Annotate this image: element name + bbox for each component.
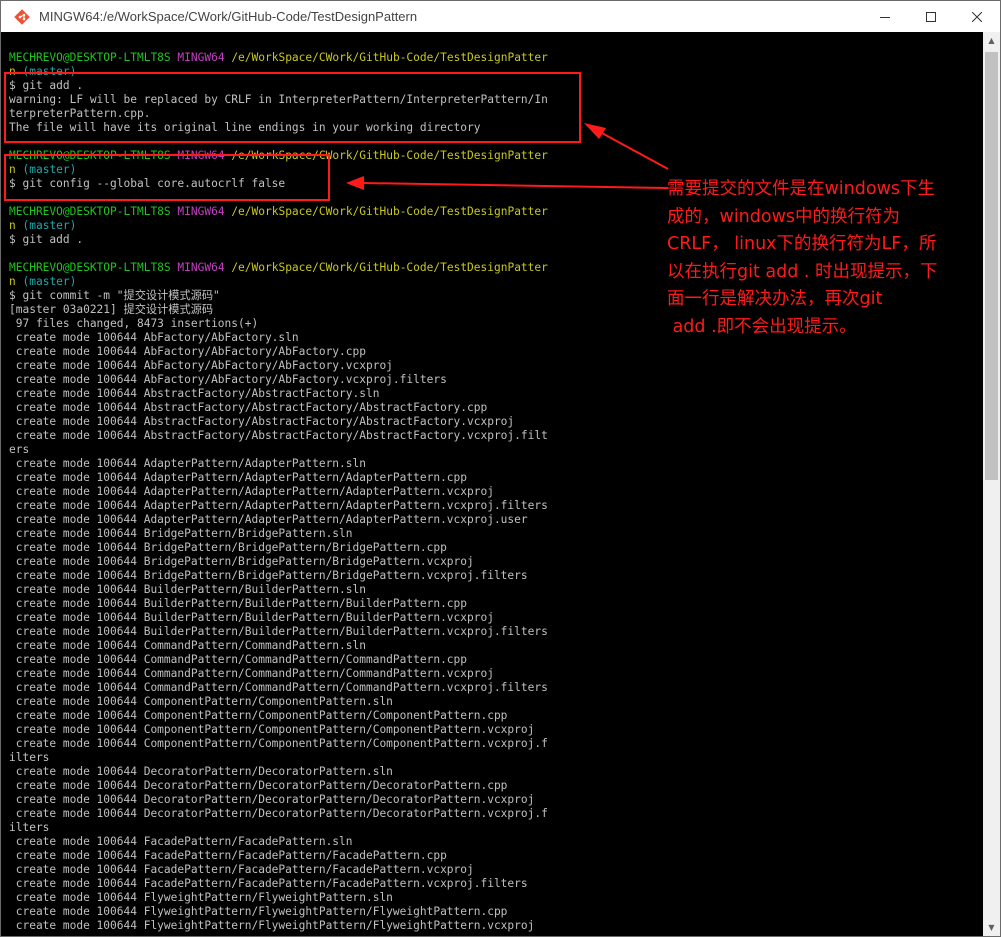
annotation-note: 需要提交的文件是在windows下生 成的，windows中的换行符为 CRLF… <box>667 176 993 341</box>
terminal-line: create mode 100644 AdapterPattern/Adapte… <box>9 457 366 470</box>
terminal-line: create mode 100644 AdapterPattern/Adapte… <box>9 499 548 512</box>
prompt-host: MINGW64 <box>177 51 225 64</box>
prompt-path: /e/WorkSpace/CWork/GitHub-Code/TestDesig… <box>231 205 548 218</box>
title-bar[interactable]: MINGW64:/e/WorkSpace/CWork/GitHub-Code/T… <box>1 1 1000 32</box>
prompt-host: MINGW64 <box>177 205 225 218</box>
terminal-line: create mode 100644 ComponentPattern/Comp… <box>9 695 393 708</box>
vertical-scrollbar[interactable]: ▲ ▼ <box>983 32 1000 936</box>
terminal-line: ilters <box>9 821 50 834</box>
terminal-line: create mode 100644 CommandPattern/Comman… <box>9 639 366 652</box>
terminal-line: create mode 100644 ComponentPattern/Comp… <box>9 723 535 736</box>
window-title: MINGW64:/e/WorkSpace/CWork/GitHub-Code/T… <box>39 9 418 24</box>
terminal-line: create mode 100644 BridgePattern/BridgeP… <box>9 527 353 540</box>
terminal-line: create mode 100644 AbstractFactory/Abstr… <box>9 401 488 414</box>
terminal-line: create mode 100644 ComponentPattern/Comp… <box>9 709 508 722</box>
terminal-line: ers <box>9 443 30 456</box>
terminal-line: create mode 100644 AbFactory/AbFactory/A… <box>9 373 447 386</box>
terminal-line: create mode 100644 AbstractFactory/Abstr… <box>9 415 515 428</box>
close-icon <box>972 11 982 22</box>
annotation-line: 以在执行git add . 时出现提示，下 <box>667 261 938 282</box>
close-button[interactable] <box>954 1 1000 32</box>
prompt-host: MINGW64 <box>177 261 225 274</box>
terminal-line: create mode 100644 AdapterPattern/Adapte… <box>9 513 528 526</box>
terminal-line: create mode 100644 BridgePattern/BridgeP… <box>9 569 528 582</box>
git-bash-icon <box>13 8 31 26</box>
terminal-line: create mode 100644 AdapterPattern/Adapte… <box>9 485 494 498</box>
terminal-line: create mode 100644 FlyweightPattern/Flyw… <box>9 891 393 904</box>
prompt-user: MECHREVO@DESKTOP-LTMLT8S <box>9 51 171 64</box>
highlight-box-warning <box>4 72 581 143</box>
terminal-line: create mode 100644 FacadePattern/FacadeP… <box>9 863 474 876</box>
annotation-line: 成的，windows中的换行符为 <box>667 206 901 227</box>
minimize-button[interactable] <box>862 1 908 32</box>
prompt-path-tail: n <box>9 275 16 288</box>
annotation-line: 需要提交的文件是在windows下生 <box>667 179 936 199</box>
terminal-line: create mode 100644 AbstractFactory/Abstr… <box>9 429 548 442</box>
terminal-line: create mode 100644 DecoratorPattern/Deco… <box>9 779 508 792</box>
terminal-line: create mode 100644 FlyweightPattern/Flyw… <box>9 905 508 918</box>
terminal-line: create mode 100644 AdapterPattern/Adapte… <box>9 471 468 484</box>
annotation-line: add .即不会出现提示。 <box>667 316 857 337</box>
prompt-path: /e/WorkSpace/CWork/GitHub-Code/TestDesig… <box>231 51 548 64</box>
terminal-line: create mode 100644 AbFactory/AbFactory/A… <box>9 345 366 358</box>
annotation-line: 面一行是解决办法，再次git <box>667 289 883 309</box>
terminal-line: create mode 100644 DecoratorPattern/Deco… <box>9 793 535 806</box>
terminal-line: create mode 100644 AbFactory/AbFactory/A… <box>9 359 393 372</box>
terminal-line: create mode 100644 BridgePattern/BridgeP… <box>9 541 447 554</box>
terminal-line: create mode 100644 BuilderPattern/Builde… <box>9 625 548 638</box>
annotation-line: CRLF， linux下的换行符为LF，所 <box>667 234 937 254</box>
prompt-line: MECHREVO@DESKTOP-LTMLT8S MINGW64 /e/Work… <box>9 51 975 65</box>
maximize-button[interactable] <box>908 1 954 32</box>
prompt-user: MECHREVO@DESKTOP-LTMLT8S <box>9 261 171 274</box>
terminal-line: create mode 100644 FlyweightPattern/Flyw… <box>9 919 535 932</box>
terminal-line: ilters <box>9 751 50 764</box>
terminal-line: create mode 100644 BuilderPattern/Builde… <box>9 611 494 624</box>
terminal-line: create mode 100644 AbstractFactory/Abstr… <box>9 387 380 400</box>
maximize-icon <box>926 11 936 22</box>
terminal-line: create mode 100644 FacadePattern/FacadeP… <box>9 877 528 890</box>
prompt-path: /e/WorkSpace/CWork/GitHub-Code/TestDesig… <box>231 261 548 274</box>
terminal-line: create mode 100644 FacadePattern/FacadeP… <box>9 835 353 848</box>
minimize-icon <box>880 16 890 18</box>
scroll-up-arrow-icon[interactable]: ▲ <box>983 32 1000 49</box>
scroll-down-arrow-icon[interactable]: ▼ <box>983 919 1000 936</box>
terminal-line: create mode 100644 CommandPattern/Comman… <box>9 653 468 666</box>
terminal-line: create mode 100644 BuilderPattern/Builde… <box>9 597 468 610</box>
highlight-box-config <box>4 154 330 201</box>
terminal-line: create mode 100644 DecoratorPattern/Deco… <box>9 765 393 778</box>
commit-output: $ git commit -m "提交设计模式源码" [master 03a022… <box>9 289 975 933</box>
terminal-line: create mode 100644 CommandPattern/Comman… <box>9 681 548 694</box>
terminal-line: create mode 100644 DecoratorPattern/Deco… <box>9 807 548 820</box>
terminal-line: create mode 100644 ComponentPattern/Comp… <box>9 737 548 750</box>
prompt-path-tail: n <box>9 219 16 232</box>
terminal-line: create mode 100644 BuilderPattern/Builde… <box>9 583 366 596</box>
prompt-user: MECHREVO@DESKTOP-LTMLT8S <box>9 205 171 218</box>
prompt-branch: (master) <box>22 219 77 232</box>
terminal-line: create mode 100644 FacadePattern/FacadeP… <box>9 849 447 862</box>
prompt-branch: (master) <box>22 275 77 288</box>
terminal-line: create mode 100644 CommandPattern/Comman… <box>9 667 494 680</box>
terminal-line: create mode 100644 BridgePattern/BridgeP… <box>9 555 474 568</box>
